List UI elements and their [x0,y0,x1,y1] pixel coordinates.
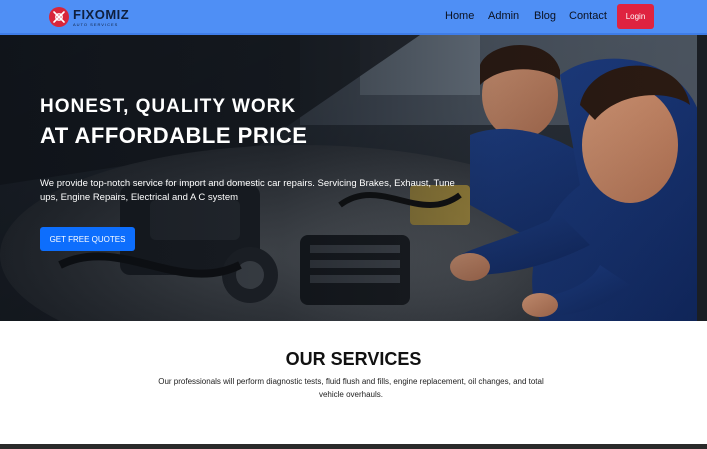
hero-section: HONEST, QUALITY WORK AT AFFORDABLE PRICE… [0,35,707,321]
brand-name: FIXOMIZ [73,6,130,22]
hero-heading-line2: AT AFFORDABLE PRICE [40,123,308,148]
brand-tagline: auto services [73,21,119,27]
services-section: OUR SERVICES Our professionals will perf… [0,321,707,444]
brand-logo[interactable]: FIXOMIZ auto services [49,5,129,29]
nav-link-contact[interactable]: Contact [569,10,607,22]
nav-link-blog[interactable]: Blog [534,10,556,22]
hero-heading-line1: HONEST, QUALITY WORK [40,96,297,117]
services-description: Our professionals will perform diagnosti… [158,377,544,399]
get-free-quotes-button[interactable]: GET FREE QUOTES [40,227,135,251]
services-title: OUR SERVICES [285,349,422,369]
login-button[interactable]: Login [617,4,654,29]
brand-text: FIXOMIZ auto services [73,8,129,27]
footer-edge [0,444,707,449]
page: FIXOMIZ auto services Home Admin Blog Co… [0,0,707,449]
nav-link-home[interactable]: Home [445,10,474,22]
nav-link-admin[interactable]: Admin [488,10,519,22]
navbar: FIXOMIZ auto services Home Admin Blog Co… [0,0,707,35]
gear-wrench-logo-icon [49,7,69,27]
hero-description: We provide top-notch service for import … [40,178,455,203]
